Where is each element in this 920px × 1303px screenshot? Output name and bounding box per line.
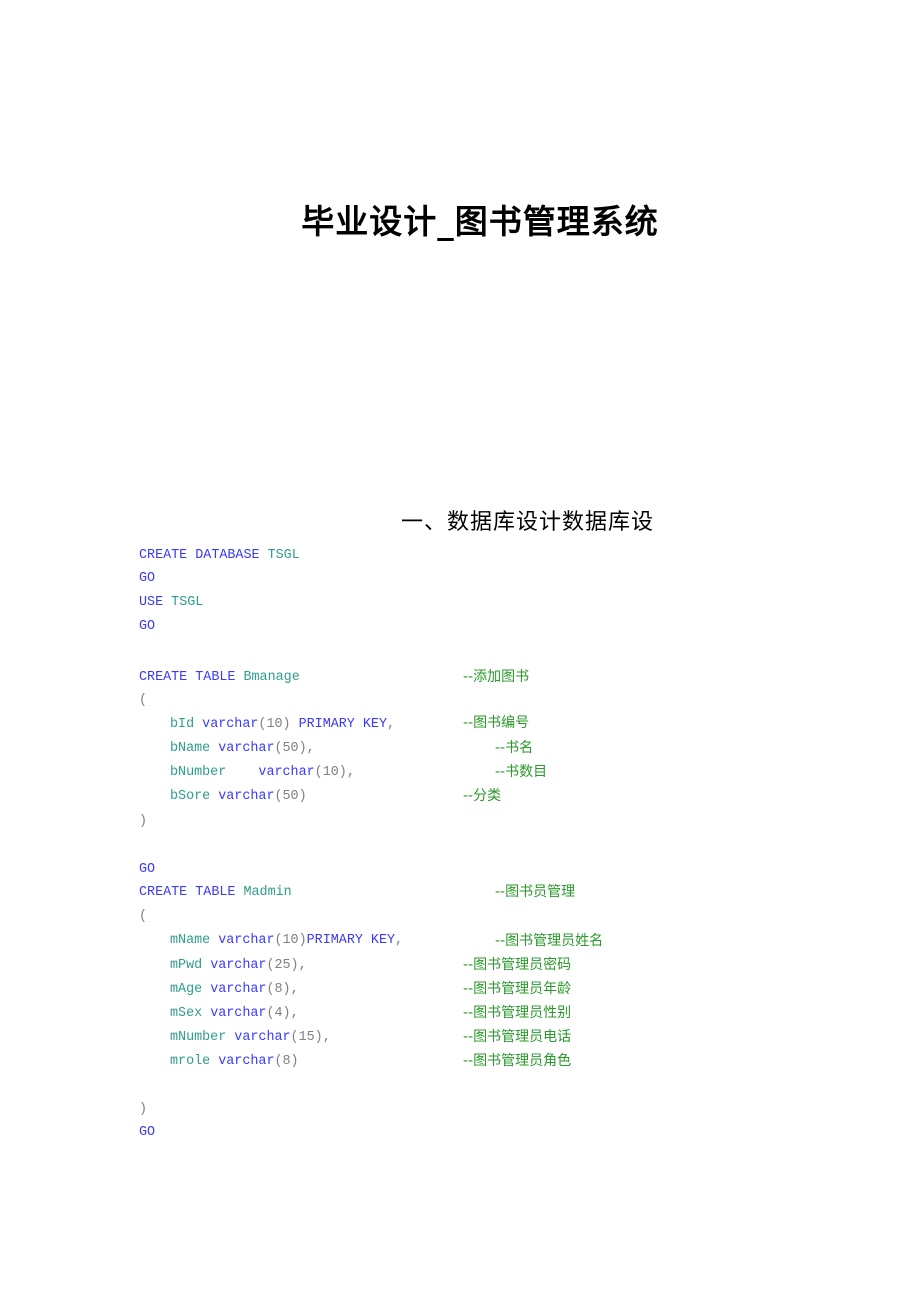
column-type: varchar [234,1030,291,1045]
code-comment: --图书编号 [463,715,530,731]
code-comment: --图书管理员年龄 [463,981,572,997]
column-args: (8) [266,982,291,997]
code-comment: --图书管理员性别 [463,1005,572,1021]
code-line-close-paren: ) [139,1101,147,1119]
punctuation: ) [139,1102,148,1117]
code-line-column: bId varchar(10) PRIMARY KEY, [139,716,395,734]
punctuation: , [322,1030,331,1045]
keyword: CREATE TABLE [139,670,236,685]
column-args: (15) [290,1030,323,1045]
punctuation: , [395,933,404,948]
punctuation: , [298,958,307,973]
column-name: mSex [170,1006,203,1021]
column-type: varchar [218,789,275,804]
code-line-column: mNumber varchar(15), [139,1029,331,1047]
keyword: USE [139,595,164,610]
column-constraint: PRIMARY KEY [306,933,396,948]
column-args: (10) [258,717,291,732]
code-line-column: mrole varchar(8) [139,1053,299,1071]
punctuation: ( [139,909,148,924]
code-line-create-database: CREATE DATABASE TSGL [139,547,300,565]
code-comment: --图书管理员密码 [463,957,572,973]
code-line-column: bNumber varchar(10), [139,764,355,782]
code-comment: --书数目 [495,764,548,780]
code-line-create-table-bmanage: CREATE TABLE Bmanage [139,669,300,687]
punctuation: ) [139,814,148,829]
code-line-close-paren: ) [139,813,147,831]
column-name: bName [170,741,211,756]
code-line-column: mSex varchar(4), [139,1005,299,1023]
identifier: TSGL [267,548,300,563]
column-args: (50) [274,741,307,756]
code-line-column: mAge varchar(8), [139,981,299,999]
column-args: (50) [274,789,307,804]
column-args: (25) [266,958,299,973]
column-type: varchar [210,1006,267,1021]
keyword: CREATE TABLE [139,885,236,900]
column-type: varchar [218,1054,275,1069]
code-line-column: mPwd varchar(25), [139,957,307,975]
identifier: Madmin [243,885,292,900]
column-name: bNumber [170,765,227,780]
document-title: 毕业设计_图书管理系统 [301,202,659,241]
keyword: GO [139,1125,156,1140]
column-name: mPwd [170,958,203,973]
column-type: varchar [210,982,267,997]
punctuation: ( [139,693,148,708]
code-line-open-paren: ( [139,692,147,710]
code-line-go: GO [139,1124,155,1142]
code-line-open-paren: ( [139,908,147,926]
keyword: GO [139,571,156,586]
code-line-go: GO [139,861,155,879]
identifier: TSGL [171,595,204,610]
column-name: mrole [170,1054,211,1069]
code-comment: --图书管理员角色 [463,1053,572,1069]
column-args: (8) [274,1054,299,1069]
column-type: varchar [218,741,275,756]
column-type: varchar [210,958,267,973]
keyword: GO [139,619,156,634]
section-heading: 一、数据库设计数据库设 [401,510,655,535]
column-name: bSore [170,789,211,804]
column-name: mAge [170,982,203,997]
code-comment: --图书管理员电话 [463,1029,572,1045]
column-type: varchar [218,933,275,948]
column-name: bId [170,717,195,732]
column-name: mName [170,933,211,948]
code-line-column: bSore varchar(50) [139,788,307,806]
punctuation: , [346,765,355,780]
code-line-create-table-madmin: CREATE TABLE Madmin [139,884,292,902]
punctuation: , [387,717,396,732]
column-args: (4) [266,1006,291,1021]
code-comment: --图书管理员姓名 [495,933,604,949]
column-constraint: PRIMARY KEY [290,717,387,732]
punctuation: , [290,982,299,997]
code-comment: --书名 [495,740,534,756]
column-type: varchar [202,717,259,732]
identifier: Bmanage [243,670,300,685]
keyword: CREATE DATABASE [139,548,260,563]
punctuation: , [290,1006,299,1021]
column-args: (10) [274,933,307,948]
column-name: mNumber [170,1030,227,1045]
keyword: GO [139,862,156,877]
code-line-column: mName varchar(10)PRIMARY KEY, [139,932,403,950]
code-line-go: GO [139,618,155,636]
code-comment: --分类 [463,788,502,804]
column-args: (10) [314,765,347,780]
document-page: 毕业设计_图书管理系统 一、数据库设计数据库设 CREATE DATABASE … [0,0,920,1303]
code-comment: --添加图书 [463,669,530,685]
code-line-use: USE TSGL [139,594,203,612]
code-comment: --图书员管理 [495,884,576,900]
code-line-column: bName varchar(50), [139,740,315,758]
column-type: varchar [258,765,315,780]
punctuation: , [306,741,315,756]
code-line-go: GO [139,570,155,588]
